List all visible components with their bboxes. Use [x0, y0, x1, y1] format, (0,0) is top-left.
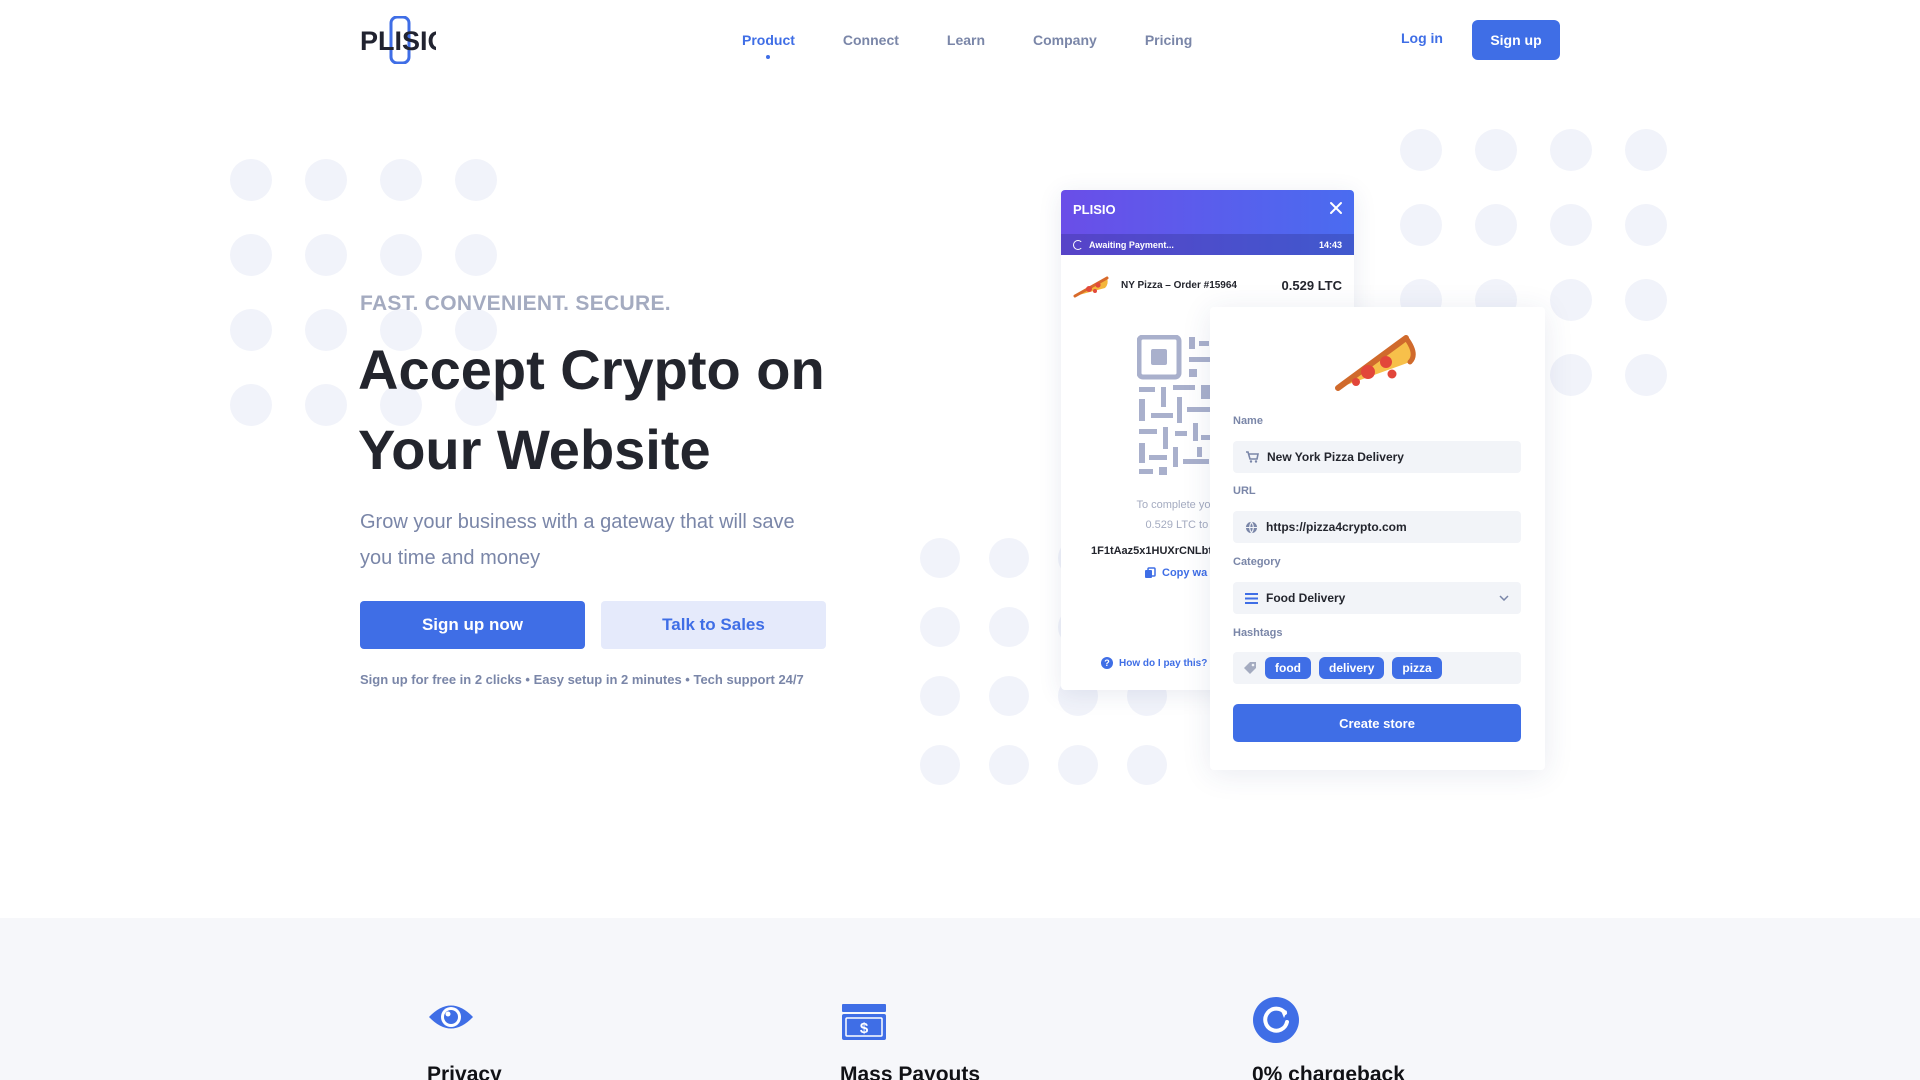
category-value: Food Delivery: [1266, 591, 1346, 605]
nav-pricing[interactable]: Pricing: [1145, 32, 1192, 48]
store-name-field[interactable]: New York Pizza Delivery: [1233, 441, 1521, 473]
nav-product[interactable]: Product: [742, 32, 795, 59]
globe-icon: [1245, 521, 1258, 533]
feature-privacy: [427, 1000, 475, 1039]
hashtag-pizza[interactable]: pizza: [1392, 657, 1442, 679]
nav-learn[interactable]: Learn: [947, 32, 985, 48]
url-label: URL: [1233, 485, 1256, 497]
nav-connect[interactable]: Connect: [843, 32, 899, 48]
cash-stack-icon: $: [842, 1004, 886, 1040]
hero-title-line-2: Your Website: [358, 418, 711, 481]
nav-company[interactable]: Company: [1033, 32, 1097, 48]
refresh-icon: [1253, 997, 1299, 1043]
help-icon: ?: [1101, 657, 1113, 669]
order-row: NY Pizza – Order #15964 0.529 LTC: [1061, 270, 1354, 300]
payment-widget-header: PLISIO Awaiting Payment... 14:43: [1061, 190, 1354, 255]
feature-mass-payouts-title: Mass Payouts: [840, 1063, 981, 1080]
store-name-value: New York Pizza Delivery: [1267, 450, 1404, 464]
hero-note: Sign up for free in 2 clicks • Easy setu…: [360, 672, 804, 687]
hashtag-delivery[interactable]: delivery: [1319, 657, 1385, 679]
feature-chargeback: [1252, 996, 1300, 1049]
close-icon[interactable]: [1328, 200, 1344, 216]
svg-text:$: $: [860, 1020, 869, 1037]
main-nav: Product Connect Learn Company Pricing: [742, 0, 1240, 80]
payment-widget-logo: PLISIO: [1073, 202, 1116, 217]
order-amount: 0.529 LTC: [1281, 277, 1342, 293]
list-icon: [1245, 592, 1258, 604]
category-select[interactable]: Food Delivery: [1233, 582, 1521, 614]
plisio-logo-mark: PLISIO: [360, 16, 436, 64]
loading-spinner-icon: [1073, 239, 1083, 250]
hero-subtitle: Grow your business with a gateway that w…: [360, 511, 795, 569]
hashtag-food[interactable]: food: [1265, 657, 1311, 679]
signup-button[interactable]: Sign up: [1472, 20, 1560, 60]
wallet-address: 1F1tAaz5x1HUXrCNLbt: [1091, 545, 1213, 557]
eye-icon: [429, 1005, 473, 1029]
order-title: NY Pizza – Order #15964: [1121, 279, 1237, 291]
create-store-card: Name New York Pizza Delivery URL https:/…: [1210, 307, 1545, 770]
tag-icon: [1244, 662, 1256, 674]
payment-timer: 14:43: [1318, 239, 1342, 250]
qr-code-icon: [1137, 335, 1211, 475]
feature-chargeback-title: 0% chargeback: [1252, 1063, 1405, 1080]
payment-status-bar: Awaiting Payment... 14:43: [1061, 234, 1354, 255]
plisio-logo[interactable]: PLISIO: [360, 16, 436, 64]
hero-title: Accept Crypto on Your Website: [358, 330, 918, 490]
store-url-value: https://pizza4crypto.com: [1266, 520, 1407, 534]
hashtags-label: Hashtags: [1233, 627, 1283, 639]
signup-now-button[interactable]: Sign up now: [360, 601, 585, 649]
feature-mass-payouts: $: [840, 1002, 888, 1047]
site-header: PLISIO Product Connect Learn Company Pri…: [0, 0, 1920, 80]
features-section: Privacy $ Mass Payouts 0% chargeback: [0, 918, 1920, 1080]
how-to-pay-label: How do I pay this?: [1119, 657, 1208, 669]
payment-status-text: Awaiting Payment...: [1089, 239, 1174, 250]
cart-icon: [1246, 451, 1259, 463]
store-url-field[interactable]: https://pizza4crypto.com: [1233, 511, 1521, 543]
hero-title-line-1: Accept Crypto on: [358, 338, 825, 401]
copy-wallet-button[interactable]: Copy wa: [1144, 567, 1207, 579]
pizza-icon: [1335, 335, 1416, 391]
hero-eyebrow: FAST. CONVENIENT. SECURE.: [360, 292, 671, 315]
category-label: Category: [1233, 556, 1281, 568]
chevron-down-icon: [1499, 595, 1509, 601]
login-link[interactable]: Log in: [1401, 30, 1443, 46]
feature-privacy-title: Privacy: [427, 1063, 502, 1080]
talk-to-sales-button[interactable]: Talk to Sales: [601, 601, 826, 649]
create-store-button[interactable]: Create store: [1233, 704, 1521, 742]
pizza-icon: [1073, 276, 1109, 298]
how-to-pay-link[interactable]: ? How do I pay this?: [1101, 657, 1207, 669]
name-label: Name: [1233, 415, 1263, 427]
copy-wallet-label: Copy wa: [1162, 567, 1208, 579]
logo-text: PLISIO: [360, 26, 436, 56]
hashtags-field[interactable]: food delivery pizza: [1233, 652, 1521, 684]
copy-icon: [1145, 567, 1156, 578]
